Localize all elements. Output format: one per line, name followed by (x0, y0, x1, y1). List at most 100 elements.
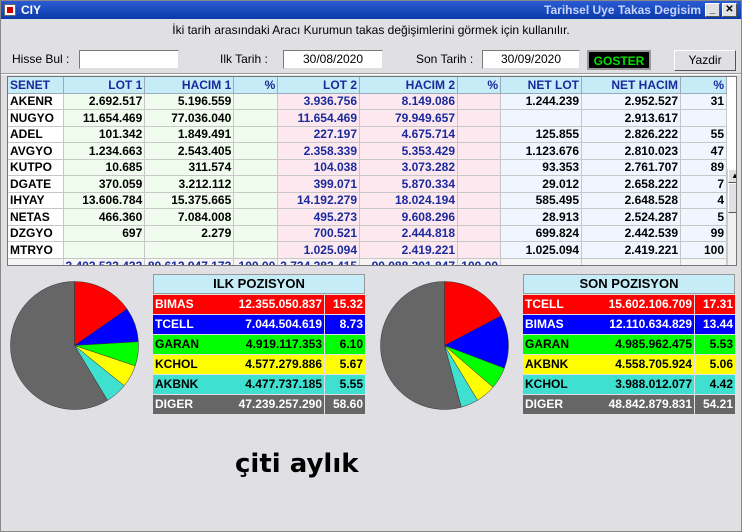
table-row[interactable]: MTRYO 1.025.094 2.419.221 1.025.094 2.419.22… (8, 241, 727, 259)
ilk-tarih-input[interactable]: 30/08/2020 (283, 50, 383, 69)
table-cell: DGATE (8, 175, 64, 193)
position-name: BIMAS (523, 315, 607, 334)
window-subtitle: Tarihsel Uye Takas Degisim (544, 3, 701, 17)
totals-row: 3.403.533.43380.612.947.173100,003.734.3… (8, 258, 727, 265)
total-cell: 80.612.947.173 (144, 258, 235, 265)
table-cell: 399.071 (277, 175, 360, 193)
table-cell (457, 241, 501, 259)
table-cell (457, 175, 501, 193)
table-cell: 9.608.296 (359, 208, 458, 226)
position-percent: 5.53 (695, 335, 735, 354)
table-row[interactable]: NETAS 466.360 7.084.008 495.273 9.608.296 28.… (8, 208, 727, 226)
position-percent: 5.55 (325, 375, 365, 394)
position-percent: 54.21 (695, 395, 735, 414)
table-cell: 585.495 (500, 192, 582, 209)
table-cell: 1.025.094 (500, 241, 582, 259)
table-cell: 15.375.665 (144, 192, 235, 209)
position-row: 4.477.737.185 AKBNK 5.55 (153, 375, 365, 394)
table-cell: 2.279 (144, 225, 235, 242)
takas-grid[interactable]: SENET LOT 1 HACIM 1% LOT 2 HACIM 2% NET LOT NE… (7, 76, 737, 266)
table-cell: 2.648.528 (581, 192, 681, 209)
column-header[interactable]: NET HACIM (581, 77, 681, 94)
table-cell (233, 175, 279, 193)
table-cell: 2.826.222 (581, 126, 681, 143)
column-header[interactable]: HACIM 2 (359, 77, 458, 94)
table-cell: 3.073.282 (359, 159, 458, 176)
ilk-pozisyon-title: ILK POZISYON (153, 274, 365, 294)
table-cell (233, 241, 279, 259)
position-row: 48.842.879.831 DIGER 54.21 (523, 395, 735, 414)
table-row[interactable]: AVGYO 1.234.663 2.543.405 2.358.339 5.353.42… (8, 142, 727, 160)
table-row[interactable]: DGATE 370.059 3.212.112 399.071 5.870.334 29.… (8, 175, 727, 193)
table-cell: 10.685 (63, 159, 146, 176)
table-cell: 2.419.221 (359, 241, 458, 259)
position-row: 47.239.257.290 DIGER 58.60 (153, 395, 365, 414)
total-cell: 90.088.301.847 (359, 258, 458, 265)
position-row: 12.110.634.829 BIMAS 13.44 (523, 315, 735, 334)
table-cell: 370.059 (63, 175, 146, 193)
table-cell: AKENR (8, 93, 64, 110)
column-header[interactable]: LOT 2 (277, 77, 360, 94)
table-cell (233, 192, 279, 209)
total-cell (581, 258, 681, 265)
app-window: CIY Tarihsel Uye Takas Degisim _ ✕ İki t… (0, 0, 742, 532)
table-cell (233, 126, 279, 143)
table-row[interactable]: IHYAY 13.606.784 15.375.665 14.192.279 18.02… (8, 192, 727, 209)
table-cell: 79.949.657 (359, 109, 458, 127)
table-cell: 14.192.279 (277, 192, 360, 209)
table-cell: NUGYO (8, 109, 64, 127)
column-header[interactable]: NET LOT (500, 77, 582, 94)
title-bar[interactable]: CIY Tarihsel Uye Takas Degisim _ ✕ (1, 1, 741, 19)
grid-scrollbar[interactable]: ▲ ▼ (727, 169, 736, 265)
table-cell: 3.212.112 (144, 175, 235, 193)
table-cell: 700.521 (277, 225, 360, 242)
column-header[interactable]: % (457, 77, 501, 94)
table-row[interactable]: NUGYO 11.654.469 77.036.040 11.654.469 79.94… (8, 109, 727, 127)
position-name: DIGER (523, 395, 607, 414)
table-cell: 101.342 (63, 126, 146, 143)
table-cell: 2.444.818 (359, 225, 458, 242)
table-cell: 2.810.023 (581, 142, 681, 160)
table-cell: 55 (680, 126, 727, 143)
table-cell: 5.196.559 (144, 93, 235, 110)
table-cell (63, 241, 146, 259)
table-cell: 1.025.094 (277, 241, 360, 259)
table-cell: 2.913.617 (581, 109, 681, 127)
son-tarih-label: Son Tarih : (416, 52, 474, 66)
hisse-label: Hisse Bul : (12, 52, 70, 66)
total-cell (500, 258, 582, 265)
column-header[interactable]: SENET (8, 77, 64, 94)
table-row[interactable]: ADEL 101.342 1.849.491 227.197 4.675.714 125.… (8, 126, 727, 143)
column-header[interactable]: HACIM 1 (144, 77, 235, 94)
table-cell: 77.036.040 (144, 109, 235, 127)
hisse-search-input[interactable] (79, 50, 179, 69)
scroll-thumb[interactable] (728, 183, 736, 213)
table-row[interactable]: AKENR 2.692.517 5.196.559 3.936.756 8.149.08… (8, 93, 727, 110)
ilk-pozisyon-pie (10, 281, 139, 410)
total-cell (8, 258, 64, 265)
caption-text: çiti aylık (235, 449, 359, 479)
column-header[interactable]: % (680, 77, 727, 94)
column-header[interactable]: LOT 1 (63, 77, 146, 94)
yazdir-button[interactable]: Yazdir (674, 50, 736, 71)
goster-button[interactable]: GOSTER (587, 50, 651, 70)
table-row[interactable]: KUTPO 10.685 311.574 104.038 3.073.282 93.353… (8, 159, 727, 176)
table-cell: 104.038 (277, 159, 360, 176)
position-row: 4.558.705.924 AKBNK 5.06 (523, 355, 735, 374)
app-icon[interactable] (4, 4, 16, 16)
minimize-icon[interactable]: _ (705, 3, 720, 17)
table-cell: 2.358.339 (277, 142, 360, 160)
table-cell: 29.012 (500, 175, 582, 193)
info-text: İki tarih arasındaki Aracı Kurumun takas… (172, 23, 570, 37)
table-cell (457, 192, 501, 209)
total-cell: 100,00 (457, 258, 501, 265)
scroll-up-icon[interactable]: ▲ (728, 169, 736, 183)
position-row: 4.919.117.353 GARAN 6.10 (153, 335, 365, 354)
table-cell: 18.024.194 (359, 192, 458, 209)
table-cell: 93.353 (500, 159, 582, 176)
table-cell: NETAS (8, 208, 64, 226)
table-row[interactable]: DZGYO 697 2.279 700.521 2.444.818 699.824 2.44… (8, 225, 727, 242)
column-header[interactable]: % (233, 77, 279, 94)
son-tarih-input[interactable]: 30/09/2020 (482, 50, 580, 69)
close-icon[interactable]: ✕ (722, 3, 737, 17)
